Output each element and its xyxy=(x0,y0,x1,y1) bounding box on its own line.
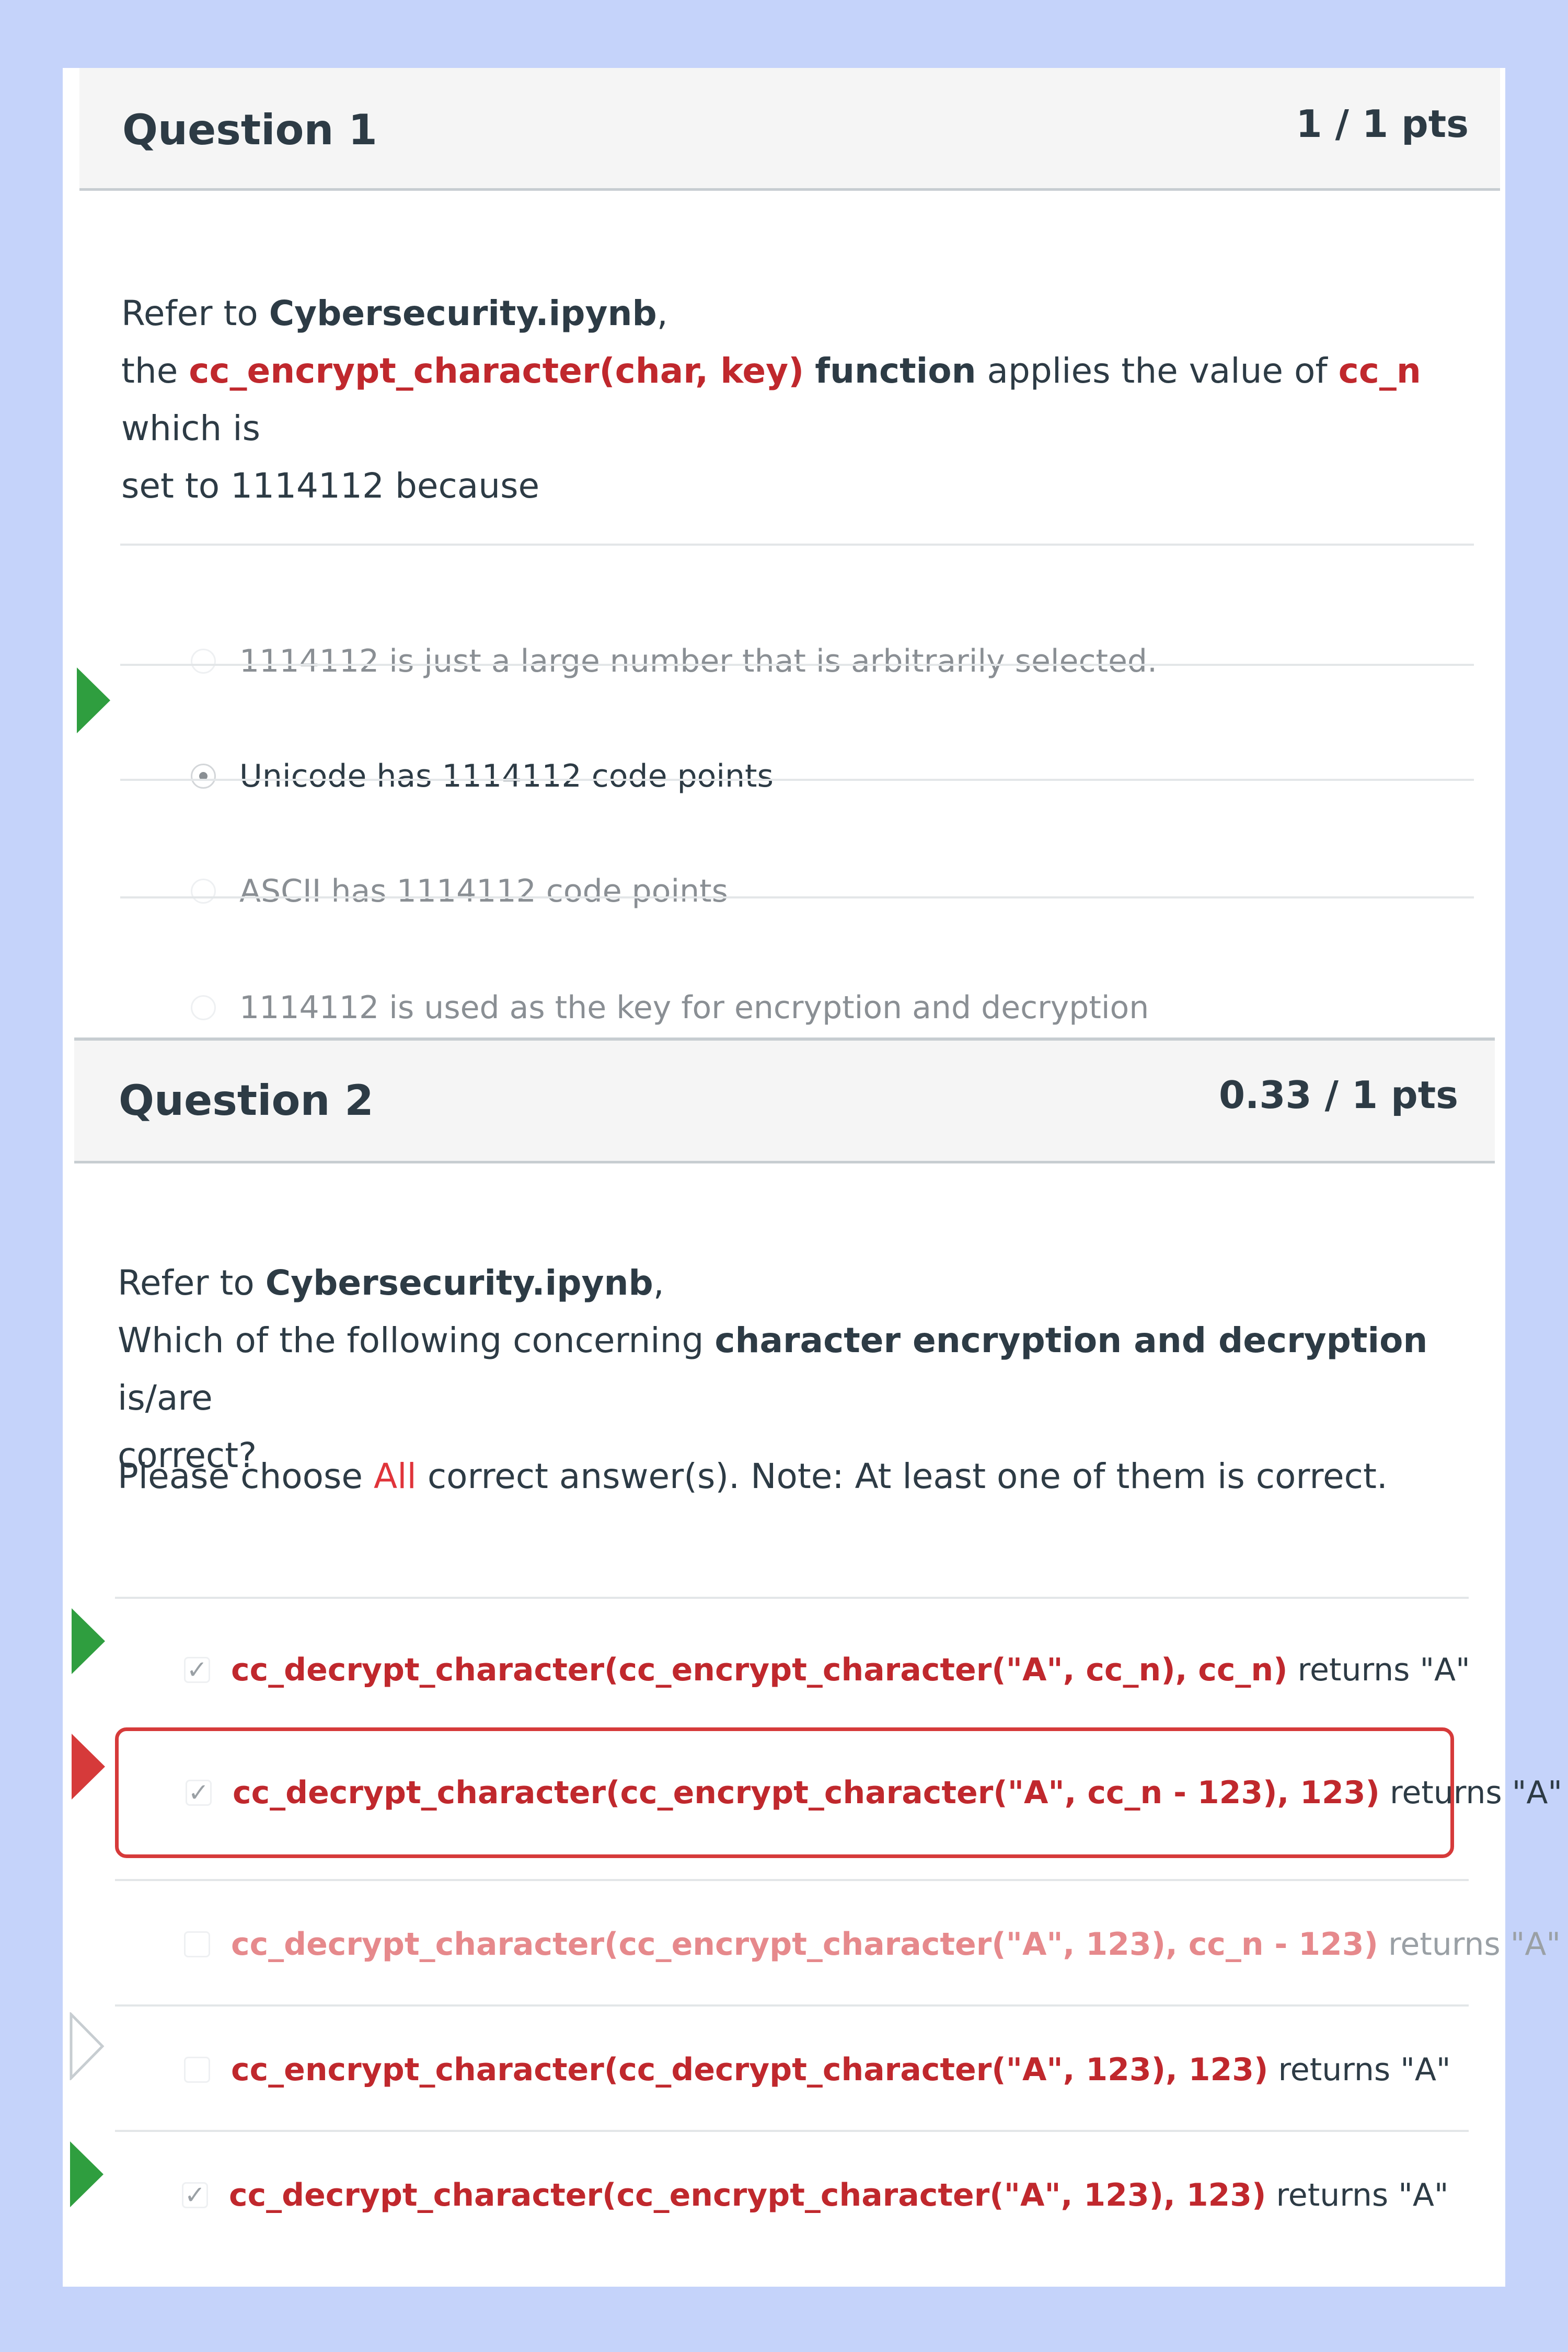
q1-answer-2[interactable]: Unicode has 1114112 code points xyxy=(191,721,774,831)
missed-arrow-icon xyxy=(70,2012,105,2080)
question-1-points: 1 / 1 pts xyxy=(1296,102,1469,146)
radio-button[interactable] xyxy=(191,995,216,1020)
divider xyxy=(120,779,1474,781)
question-2-title: Question 2 xyxy=(119,1076,374,1125)
question-1-title: Question 1 xyxy=(122,106,377,154)
notebook-name: Cybersecurity.ipynb xyxy=(265,1263,653,1303)
all-keyword: All xyxy=(374,1456,417,1496)
question-2-header: Question 2 0.33 / 1 pts xyxy=(74,1037,1495,1163)
correct-arrow-icon xyxy=(77,667,110,733)
checkbox-checked[interactable]: ✓ xyxy=(186,1780,212,1806)
divider xyxy=(120,896,1474,898)
quiz-card: Question 1 1 / 1 pts Refer to Cybersecur… xyxy=(63,68,1562,2287)
divider xyxy=(120,664,1474,666)
question-1-header: Question 1 1 / 1 pts xyxy=(79,68,1500,191)
question-2-note: Please choose All correct answer(s). Not… xyxy=(118,1456,1388,1496)
divider xyxy=(115,2004,1469,2007)
divider xyxy=(115,2130,1469,2132)
q1-answer-3[interactable]: ASCII has 1114112 code points xyxy=(191,836,728,946)
q2-answer-1[interactable]: ✓ cc_decrypt_character(cc_encrypt_charac… xyxy=(184,1615,1470,1725)
checkbox[interactable] xyxy=(184,2057,210,2083)
q1-answer-1[interactable]: 1114112 is just a large number that is a… xyxy=(191,606,1157,716)
checkbox-checked[interactable]: ✓ xyxy=(184,1657,210,1683)
variable-name: cc_n xyxy=(1338,351,1421,391)
correct-arrow-icon xyxy=(70,2141,103,2207)
divider xyxy=(115,1879,1469,1881)
divider xyxy=(115,1597,1469,1599)
q2-answer-5[interactable]: ✓ cc_decrypt_character(cc_encrypt_charac… xyxy=(182,2140,1448,2250)
correct-arrow-icon xyxy=(72,1608,105,1674)
q2-answer-4[interactable]: cc_encrypt_character(cc_decrypt_characte… xyxy=(184,2015,1450,2125)
question-2-points: 0.33 / 1 pts xyxy=(1218,1073,1458,1117)
notebook-name: Cybersecurity.ipynb xyxy=(269,293,657,333)
radio-button-selected[interactable] xyxy=(191,764,216,789)
q2-answer-2[interactable]: ✓ cc_decrypt_character(cc_encrypt_charac… xyxy=(186,1738,1562,1848)
checkbox[interactable] xyxy=(184,1931,210,1957)
incorrect-arrow-icon xyxy=(72,1734,105,1800)
checkbox-checked[interactable]: ✓ xyxy=(182,2182,208,2208)
question-1-text: Refer to Cybersecurity.ipynb, the cc_enc… xyxy=(121,293,1421,506)
radio-button[interactable] xyxy=(191,649,216,674)
q2-answer-3[interactable]: cc_decrypt_character(cc_encrypt_characte… xyxy=(184,1889,1561,1999)
radio-button[interactable] xyxy=(191,879,216,904)
divider xyxy=(120,544,1474,546)
function-name: cc_encrypt_character(char, key) xyxy=(189,351,804,391)
